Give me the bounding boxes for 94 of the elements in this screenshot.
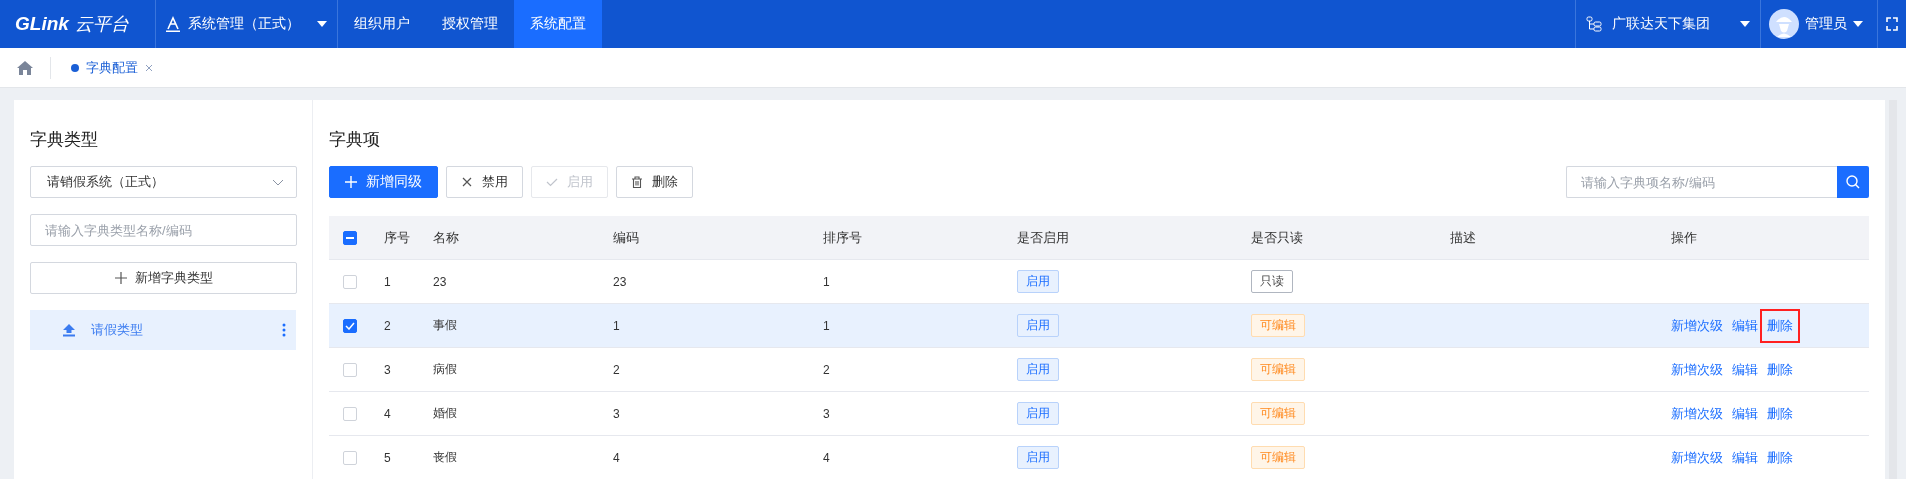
toolbar-button[interactable]: 新增同级 bbox=[329, 166, 438, 198]
table-cell: 事假 bbox=[433, 317, 457, 334]
page-tab[interactable]: 字典配置 bbox=[71, 58, 153, 77]
letter-a-icon bbox=[166, 16, 180, 32]
fullscreen-icon bbox=[1886, 17, 1898, 31]
avatar-icon bbox=[1769, 9, 1799, 39]
checkbox[interactable] bbox=[343, 318, 357, 333]
table-cell: 3 bbox=[384, 362, 391, 377]
column-header: 描述 bbox=[1450, 228, 1476, 247]
status-tag: 启用 bbox=[1017, 358, 1059, 381]
table-cell: 1 bbox=[613, 318, 620, 333]
caret-down-icon bbox=[1740, 21, 1750, 27]
search-field[interactable]: 请输入字典类型名称/编码 bbox=[30, 214, 297, 246]
toolbar-button[interactable]: 禁用 bbox=[446, 166, 523, 198]
logo-suffix: 云平台 bbox=[74, 13, 129, 36]
action-link[interactable]: 删除 bbox=[1767, 442, 1793, 473]
access-tag: 可编辑 bbox=[1251, 446, 1305, 469]
access-tag: 只读 bbox=[1251, 270, 1293, 293]
check-icon bbox=[345, 321, 355, 330]
action-link[interactable]: 新增次级 bbox=[1671, 398, 1723, 429]
table-cell: 4 bbox=[823, 450, 830, 465]
system-name: 系统管理（正式） bbox=[188, 15, 301, 33]
column-header: 名称 bbox=[433, 228, 459, 247]
action-link[interactable]: 编辑 bbox=[1732, 354, 1758, 385]
table-cell: 5 bbox=[384, 450, 391, 465]
column-header: 排序号 bbox=[823, 228, 862, 247]
plus-icon bbox=[345, 176, 357, 188]
column-header: 编码 bbox=[613, 228, 639, 247]
status-tag: 启用 bbox=[1017, 270, 1059, 293]
check-icon bbox=[546, 176, 558, 188]
column-header: 是否启用 bbox=[1017, 228, 1069, 247]
column-header: 操作 bbox=[1671, 228, 1697, 247]
add-type-button[interactable]: 新增字典类型 bbox=[30, 262, 297, 294]
caret-down-icon bbox=[317, 21, 327, 27]
system-dropdown[interactable]: 请销假系统（正式） bbox=[30, 166, 297, 198]
tree-item[interactable]: 请假类型 bbox=[30, 310, 296, 350]
column-header: 是否只读 bbox=[1251, 228, 1303, 247]
table-cell: 1 bbox=[384, 274, 391, 289]
organization-name: 广联达天下集团 bbox=[1612, 15, 1711, 33]
status-tag: 启用 bbox=[1017, 446, 1059, 469]
search-field[interactable]: 请输入字典项名称/编码 bbox=[1566, 166, 1837, 198]
action-link[interactable]: 新增次级 bbox=[1671, 310, 1723, 341]
access-tag: 可编辑 bbox=[1251, 314, 1305, 337]
action-link[interactable]: 编辑 bbox=[1732, 398, 1758, 429]
chevron-down-icon bbox=[272, 178, 284, 186]
action-link[interactable]: 删除 bbox=[1767, 354, 1793, 385]
table-cell: 1 bbox=[823, 318, 830, 333]
tab-label: 字典配置 bbox=[86, 58, 138, 77]
action-link[interactable]: 编辑 bbox=[1732, 310, 1758, 341]
table-cell: 4 bbox=[384, 406, 391, 421]
minus-icon bbox=[346, 236, 354, 239]
x-icon bbox=[461, 176, 473, 188]
checkbox[interactable] bbox=[343, 230, 357, 245]
plus-icon bbox=[114, 272, 127, 284]
close-icon bbox=[145, 63, 153, 72]
access-tag: 可编辑 bbox=[1251, 358, 1305, 381]
action-link[interactable]: 编辑 bbox=[1732, 442, 1758, 473]
caret-down-icon bbox=[1853, 21, 1863, 27]
home-icon bbox=[17, 60, 33, 75]
table-cell: 4 bbox=[613, 450, 620, 465]
table-cell: 2 bbox=[613, 362, 620, 377]
panel-title: 字典类型 bbox=[30, 129, 99, 150]
action-link[interactable]: 新增次级 bbox=[1671, 354, 1723, 385]
action-link[interactable]: 删除 bbox=[1767, 398, 1793, 429]
dot-icon bbox=[71, 63, 79, 72]
action-link[interactable]: 新增次级 bbox=[1671, 442, 1723, 473]
toolbar-button[interactable]: 删除 bbox=[616, 166, 693, 198]
nav-tab[interactable]: 授权管理 bbox=[426, 0, 514, 48]
search-icon bbox=[1846, 175, 1860, 189]
table-cell: 23 bbox=[433, 274, 447, 289]
table-cell: 1 bbox=[823, 274, 830, 289]
more-icon bbox=[282, 323, 286, 337]
user-name: 管理员 bbox=[1805, 15, 1847, 33]
nav-tab[interactable]: 系统配置 bbox=[514, 0, 602, 48]
access-tag: 可编辑 bbox=[1251, 402, 1305, 425]
hierarchy-icon bbox=[1586, 16, 1602, 32]
column-header: 序号 bbox=[384, 228, 410, 247]
table-cell: 病假 bbox=[433, 361, 457, 378]
table-cell: 2 bbox=[823, 362, 830, 377]
search-button[interactable] bbox=[1837, 166, 1869, 198]
panel-title: 字典项 bbox=[329, 129, 381, 150]
status-tag: 启用 bbox=[1017, 402, 1059, 425]
table-cell: 3 bbox=[823, 406, 830, 421]
status-tag: 启用 bbox=[1017, 314, 1059, 337]
logo-text: GLink bbox=[15, 13, 69, 35]
table-cell: 婚假 bbox=[433, 405, 457, 422]
table-cell: 23 bbox=[613, 274, 627, 289]
table-cell: 丧假 bbox=[433, 449, 457, 466]
action-link[interactable]: 删除 bbox=[1760, 308, 1800, 343]
nav-tab[interactable]: 组织用户 bbox=[338, 0, 426, 48]
trash-icon bbox=[631, 176, 643, 188]
upload-icon bbox=[62, 323, 76, 337]
table-cell: 2 bbox=[384, 318, 391, 333]
table-cell: 3 bbox=[613, 406, 620, 421]
